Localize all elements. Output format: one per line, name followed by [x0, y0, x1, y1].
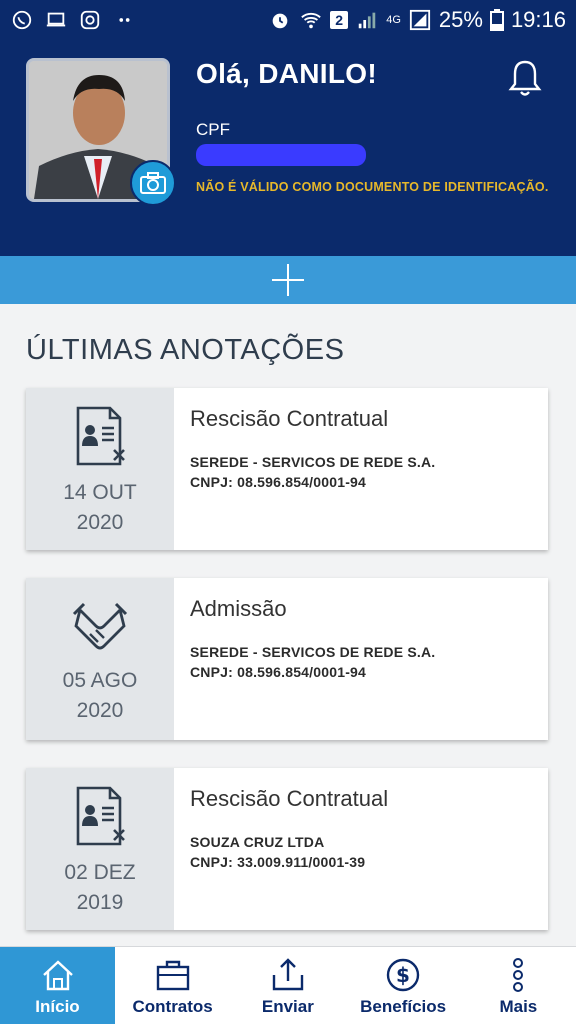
nav-item-mais[interactable]: Mais [461, 947, 576, 1024]
card-year: 2020 [76, 699, 124, 722]
more-notifications-icon [119, 18, 130, 22]
more-icon [513, 958, 524, 992]
sim-badge: 2 [330, 11, 349, 29]
card-date-panel: 05 AGO 2020 [26, 578, 174, 740]
nav-item-contratos[interactable]: Contratos [115, 947, 230, 1024]
upload-icon [272, 958, 304, 991]
add-button[interactable] [0, 256, 576, 304]
nav-item-inicio[interactable]: Início [0, 947, 115, 1024]
card-title: Rescisão Contratual [190, 786, 389, 811]
laptop-icon [46, 12, 66, 27]
alarm-icon [272, 13, 288, 29]
card-day-month: 14 OUT [63, 481, 137, 504]
document-x-icon [76, 406, 125, 466]
clock: 19:16 [510, 7, 566, 32]
svg-text:$: $ [396, 963, 410, 987]
nav-label: Contratos [132, 997, 213, 1016]
card-date-panel: 14 OUT 2020 [26, 388, 174, 550]
nav-label: Início [35, 997, 80, 1016]
card-day-month: 05 AGO [62, 669, 138, 692]
nav-item-beneficios[interactable]: $ Benefícios [346, 947, 461, 1024]
nav-label: Mais [499, 997, 538, 1016]
card-title: Rescisão Contratual [190, 406, 389, 431]
card-company: SOUZA CRUZ LTDA [190, 834, 325, 850]
document-x-icon [76, 786, 125, 846]
wifi-icon [301, 12, 321, 29]
card-year: 2019 [76, 891, 124, 914]
nav-label: Benefícios [360, 997, 447, 1016]
handshake-icon [72, 602, 128, 650]
plus-icon [272, 264, 304, 296]
network-type: 4G [386, 14, 401, 26]
change-photo-button[interactable] [130, 160, 176, 206]
bottom-nav: Início Contratos Enviar $ Benefícios Mai… [0, 946, 576, 1024]
status-bar: 2 4G 25% 19:16 [0, 0, 576, 40]
camera-icon [140, 172, 166, 194]
nav-item-enviar[interactable]: Enviar [230, 947, 345, 1024]
card-cnpj: CNPJ: 33.009.911/0001-39 [190, 854, 366, 870]
home-icon [42, 960, 73, 991]
instagram-icon [80, 10, 100, 30]
card-day-month: 02 DEZ [64, 861, 136, 884]
profile-header: Olá, DANILO! CPF NÃO É VÁLIDO COMO DOCUM… [0, 40, 576, 256]
card-company: SEREDE - SERVICOS DE REDE S.A. [190, 644, 436, 660]
card-date-panel: 02 DEZ 2019 [26, 768, 174, 930]
section-title: ÚLTIMAS ANOTAÇÕES [26, 334, 345, 366]
greeting: Olá, DANILO! [196, 58, 377, 89]
card-cnpj: CNPJ: 08.596.854/0001-94 [190, 474, 367, 490]
card-title: Admissão [190, 596, 287, 621]
battery-icon [489, 9, 504, 31]
card-year: 2020 [76, 511, 124, 534]
card-company: SEREDE - SERVICOS DE REDE S.A. [190, 454, 436, 470]
nav-label: Enviar [261, 997, 314, 1016]
signal-icon-2 [409, 9, 430, 31]
whatsapp-icon [12, 10, 32, 30]
annotation-card[interactable]: 14 OUT 2020 Rescisão Contratual SEREDE -… [26, 388, 548, 550]
card-cnpj: CNPJ: 08.596.854/0001-94 [190, 664, 367, 680]
cpf-label: CPF [196, 120, 230, 139]
bell-icon[interactable] [508, 58, 542, 98]
signal-icon [358, 12, 376, 29]
battery-percent: 25% [438, 7, 483, 32]
annotation-card[interactable]: 02 DEZ 2019 Rescisão Contratual SOUZA CR… [26, 768, 548, 930]
dollar-icon: $ [386, 958, 420, 992]
briefcase-icon [156, 960, 189, 991]
cpf-value-redacted [196, 144, 366, 166]
cpf-note: NÃO É VÁLIDO COMO DOCUMENTO DE IDENTIFIC… [196, 180, 549, 194]
annotation-card[interactable]: 05 AGO 2020 Admissão SEREDE - SERVICOS D… [26, 578, 548, 740]
